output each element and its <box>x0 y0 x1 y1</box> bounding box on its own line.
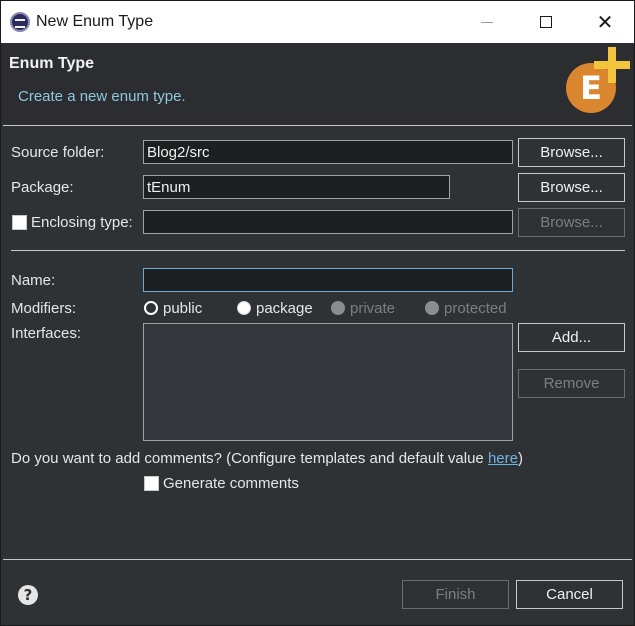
configure-templates-link[interactable]: here <box>488 450 518 467</box>
add-interface-label: Add... <box>551 329 592 346</box>
eclipse-app-icon <box>10 12 30 32</box>
comments-question-end: ) <box>517 450 523 467</box>
add-interface-button[interactable]: Add... <box>518 323 625 352</box>
package-browse-button[interactable]: Browse... <box>518 173 625 202</box>
enclosing-type-label: Enclosing type: <box>31 214 133 231</box>
modifiers-label: Modifiers: <box>11 300 77 317</box>
modifier-protected-label: protected <box>444 300 507 317</box>
finish-button[interactable]: Finish <box>402 580 509 609</box>
enclosing-type-browse-button[interactable]: Browse... <box>518 208 625 237</box>
minimize-button[interactable] <box>458 1 516 43</box>
package-field[interactable] <box>143 175 450 199</box>
page-title: Enum Type <box>9 55 95 72</box>
source-folder-field[interactable] <box>143 140 513 164</box>
plus-icon <box>594 47 630 83</box>
close-icon: ✕ <box>596 10 614 34</box>
comments-question-text: Do you want to add comments? (Configure … <box>11 450 488 467</box>
finish-label: Finish <box>435 586 476 603</box>
source-folder-label: Source folder: <box>11 144 105 161</box>
wizard-header: Enum Type Create a new enum type. E <box>1 43 634 125</box>
window-title: New Enum Type <box>36 13 154 30</box>
cancel-button[interactable]: Cancel <box>516 580 623 609</box>
modifier-private-label: private <box>350 300 396 317</box>
enclosing-type-field[interactable] <box>143 210 513 234</box>
modifier-private-radio[interactable] <box>331 301 345 315</box>
name-field[interactable] <box>143 268 513 292</box>
name-label: Name: <box>11 272 56 289</box>
package-browse-label: Browse... <box>540 179 603 196</box>
minimize-icon <box>481 21 493 23</box>
section-separator <box>11 250 625 251</box>
cancel-label: Cancel <box>546 586 593 603</box>
modifier-public-radio[interactable] <box>144 301 158 315</box>
help-icon[interactable]: ? <box>18 585 38 605</box>
remove-interface-label: Remove <box>543 375 600 392</box>
title-bar: New Enum Type ✕ <box>1 1 634 43</box>
generate-comments-label: Generate comments <box>163 475 299 492</box>
source-folder-browse-label: Browse... <box>540 144 603 161</box>
maximize-button[interactable] <box>517 1 575 43</box>
modifier-protected-radio[interactable] <box>425 301 439 315</box>
comments-question: Do you want to add comments? (Configure … <box>11 450 523 467</box>
remove-interface-button[interactable]: Remove <box>518 369 625 398</box>
source-folder-browse-button[interactable]: Browse... <box>518 138 625 167</box>
page-description: Create a new enum type. <box>18 88 186 105</box>
modifier-public-label: public <box>163 300 203 317</box>
enclosing-type-browse-label: Browse... <box>540 214 603 231</box>
interfaces-list[interactable] <box>143 323 513 441</box>
generate-comments-checkbox[interactable] <box>144 476 159 491</box>
modifier-package-radio[interactable] <box>237 301 251 315</box>
interfaces-label: Interfaces: <box>11 325 82 342</box>
package-label: Package: <box>11 179 74 196</box>
modifier-package-label: package <box>256 300 313 317</box>
new-enum-type-dialog: New Enum Type ✕ Enum Type Create a new e… <box>0 0 635 626</box>
footer-separator <box>3 559 632 560</box>
enclosing-type-checkbox[interactable] <box>12 215 27 230</box>
close-button[interactable]: ✕ <box>576 1 634 43</box>
maximize-icon <box>540 16 552 28</box>
header-separator <box>3 125 632 126</box>
